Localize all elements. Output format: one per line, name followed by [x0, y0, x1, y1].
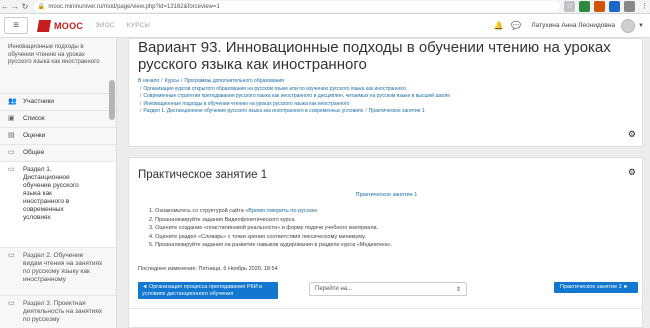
- sidebar-scrollbar[interactable]: [109, 80, 115, 120]
- breadcrumb-item[interactable]: Современные стратегии преподавания русск…: [143, 93, 450, 99]
- extension-icon[interactable]: [579, 1, 591, 12]
- breadcrumb-home[interactable]: В начало: [138, 78, 159, 84]
- list-item: 5. Проанализируйте задания на развитие н…: [149, 242, 393, 248]
- reload-icon[interactable]: ↻: [20, 1, 30, 13]
- folder-icon: ▭: [8, 166, 15, 173]
- task-list: 1. Ознакомьтесь со структурой сайта «Вре…: [149, 207, 392, 250]
- jump-to-select[interactable]: Перейти на... ⇕: [309, 282, 467, 296]
- sidebar-item-label: Раздел 3. Проектная деятельность на заня…: [23, 300, 103, 323]
- last-modified: Последнее изменение: Пятница, 6 Ноябрь 2…: [138, 266, 278, 272]
- breadcrumb-separator: /: [140, 108, 142, 114]
- sidebar-item-general[interactable]: ▭ Общее: [0, 145, 116, 162]
- prev-activity-button[interactable]: ◄ Организация процесса преподавания РКИ …: [138, 282, 278, 299]
- nav-link-eios[interactable]: ЭИОС: [95, 23, 115, 29]
- users-icon: 👥: [8, 98, 17, 105]
- lock-icon: 🔒: [37, 4, 46, 10]
- breadcrumb-separator: /: [140, 85, 142, 92]
- sidebar-item-label: Общее: [23, 149, 45, 156]
- breadcrumb-row: / Раздел 1. Дистанционное обучение русско…: [138, 108, 628, 116]
- list-item: 4. Оцените раздел «Словарь» с точки зрен…: [149, 233, 366, 240]
- list-item: 3. Оцените создание «пластилиновой реаль…: [149, 225, 379, 231]
- sidebar-item-section-2[interactable]: ▭ Раздел 2. Обучение видам чтения на зан…: [0, 248, 116, 296]
- jump-to-value: Перейти на...: [315, 286, 353, 292]
- breadcrumb-separator: /: [140, 100, 142, 107]
- chevron-down-icon[interactable]: ▼: [638, 23, 644, 29]
- logo-text: MOOC: [54, 20, 84, 31]
- gear-icon[interactable]: ⚙: [628, 167, 636, 178]
- user-name[interactable]: Латухина Анна Леонидовна: [531, 22, 615, 29]
- sidebar-item-label: Список: [23, 115, 45, 122]
- top-navbar: ≡ MOOC ЭИОС КУРСЫ 🔔 💬 Латухина Анна Леон…: [0, 14, 650, 38]
- url-text: mooc.mininuniver.ru/mod/page/view.php?id…: [48, 3, 220, 10]
- breadcrumb-courses[interactable]: Курсы: [165, 78, 179, 84]
- address-bar[interactable]: 🔒 mooc.mininuniver.ru/mod/page/view.php?…: [33, 1, 561, 12]
- profile-icon[interactable]: [624, 1, 636, 12]
- hamburger-menu-icon[interactable]: ≡: [4, 17, 28, 34]
- logo-mark: [36, 19, 52, 32]
- sidebar-item-label: Оценки: [23, 132, 46, 139]
- sidebar-item-label: Участники: [23, 98, 55, 105]
- sidebar-course-name[interactable]: Инновационные подходы в обучении чтению …: [0, 38, 116, 94]
- page-header-card: Вариант 93. Инновационные подходы в обуч…: [128, 38, 643, 147]
- gear-icon[interactable]: ⚙: [628, 129, 636, 140]
- breadcrumb-row: / Современные стратегии преподавания русс…: [138, 93, 628, 101]
- bell-icon[interactable]: 🔔: [493, 21, 503, 30]
- main-region: Вариант 93. Инновационные подходы в обуч…: [128, 38, 644, 328]
- folder-icon: ▭: [8, 149, 15, 156]
- section-title: Практическое занятие 1: [138, 169, 268, 181]
- content-heading-link[interactable]: Практическое занятие 1: [129, 192, 644, 198]
- next-activity-button[interactable]: Практическое занятие 2 ►: [554, 282, 638, 293]
- list-item: 2. Проанализируйте задания Видеофонетиче…: [149, 216, 296, 223]
- breadcrumb-item[interactable]: Раздел 1. Дистанционное обучение русског…: [143, 108, 363, 114]
- sidebar: Инновационные подходы в обучении чтению …: [0, 38, 117, 328]
- breadcrumb-item[interactable]: Организация курсов открытого образования…: [143, 86, 406, 92]
- list-item-text: 1. Ознакомьтесь со структурой сайта «: [149, 208, 249, 214]
- nav-link-courses[interactable]: КУРСЫ: [127, 23, 150, 29]
- extension-icon[interactable]: [594, 1, 606, 12]
- breadcrumb-separator: /: [161, 78, 163, 84]
- forward-icon[interactable]: →: [10, 1, 20, 13]
- sidebar-item-list[interactable]: ▣ Список: [0, 111, 116, 128]
- breadcrumb-separator: /: [140, 93, 142, 99]
- breadcrumb-row: / Инновационные подходы в обучении чтению…: [138, 101, 628, 109]
- breadcrumb-current[interactable]: Практическое занятие 1: [369, 108, 425, 114]
- extension-icon[interactable]: [609, 1, 621, 12]
- folder-icon: ▭: [8, 252, 15, 259]
- sidebar-item-label: Раздел 1. Дистанционное обучение русског…: [23, 166, 79, 221]
- chevron-updown-icon: ⇕: [455, 286, 461, 293]
- sidebar-item-grades[interactable]: ▤ Оценки: [0, 128, 116, 145]
- sidebar-item-section-3[interactable]: ▭ Раздел 3. Проектная деятельность на за…: [0, 296, 116, 328]
- breadcrumb-row: / Организация курсов открытого образовани…: [138, 86, 628, 94]
- list-item-text: »: [314, 208, 318, 214]
- breadcrumb-programs[interactable]: Программы дополнительного образования: [184, 78, 284, 84]
- breadcrumb: В начало / Курсы / Программы дополнительного…: [138, 78, 628, 116]
- divider: [129, 308, 644, 309]
- sidebar-item-participants[interactable]: 👥 Участники: [0, 94, 116, 111]
- list-icon: ▣: [8, 115, 15, 122]
- breadcrumb-top-row: В начало / Курсы / Программы дополнительного…: [138, 78, 628, 86]
- sidebar-item-label: Раздел 2. Обучение видам чтения на занят…: [23, 252, 103, 283]
- browser-toolbar: ← → ↻ 🔒 mooc.mininuniver.ru/mod/page/vie…: [0, 0, 650, 14]
- grades-icon: ▤: [8, 132, 15, 139]
- sidebar-item-section-1[interactable]: ▭ Раздел 1. Дистанционное обучение русск…: [0, 162, 116, 248]
- breadcrumb-item[interactable]: Инновационные подходы в обучении чтению …: [143, 101, 349, 107]
- menu-icon[interactable]: ⋮: [639, 1, 650, 12]
- avatar[interactable]: [621, 18, 636, 33]
- content-card: Практическое занятие 1 ⚙ Практическое за…: [128, 157, 644, 328]
- breadcrumb-separator: /: [365, 108, 367, 114]
- star-icon[interactable]: ☆: [564, 1, 576, 12]
- page-title: Вариант 93. Инновационные подходы в обуч…: [138, 39, 611, 73]
- breadcrumb-separator: /: [180, 78, 183, 84]
- site-link[interactable]: Время говорить по-русски: [248, 208, 315, 214]
- back-icon[interactable]: ←: [0, 1, 10, 13]
- site-logo[interactable]: MOOC: [36, 19, 84, 32]
- chat-icon[interactable]: 💬: [511, 21, 521, 30]
- folder-icon: ▭: [8, 300, 15, 307]
- list-item: 1. Ознакомьтесь со структурой сайта «Вре…: [149, 207, 392, 216]
